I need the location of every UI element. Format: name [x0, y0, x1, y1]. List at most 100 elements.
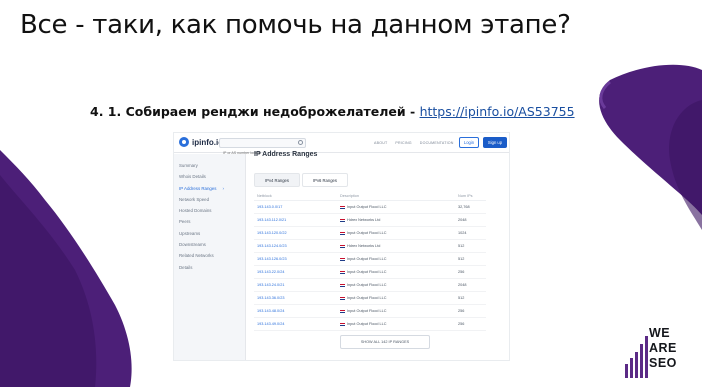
nav-about[interactable]: ABOUT [374, 141, 387, 145]
num-ips-cell: 2048 [458, 218, 467, 222]
netblock-link[interactable]: 193.143.126.0/23 [254, 253, 340, 265]
flag-icon [340, 296, 345, 300]
col-description: Description [340, 194, 359, 198]
description-cell: Input Output Flood LLC [340, 201, 458, 213]
sidebar-item-network-speed[interactable]: Network Speed [174, 194, 245, 205]
table-row: 193.143.24.0/21 Input Output Flood LLC 204… [254, 279, 486, 292]
table-row: 193.143.120.0/22 Input Output Flood LLC 10… [254, 227, 486, 240]
flag-icon [340, 322, 345, 326]
tab-bar: IPv4 Ranges IPv6 Ranges [254, 173, 484, 187]
slide-title: Все - таки, как помочь на данном этапе? [20, 10, 571, 40]
nav-pricing[interactable]: PRICING [395, 141, 411, 145]
netblock-link[interactable]: 193.143.112.0/21 [254, 214, 340, 226]
flag-icon [340, 309, 345, 313]
flag-icon [340, 244, 345, 248]
nav-links: ABOUT PRICING DOCUMENTATION [374, 141, 454, 145]
flag-icon [340, 231, 345, 235]
ipinfo-logo-icon [179, 137, 189, 147]
netblock-link[interactable]: 193.143.0.0/17 [254, 201, 340, 213]
show-all-ranges-button[interactable]: SHOW ALL 142 IP RANGES [340, 335, 430, 349]
section-title: IP Address Ranges [254, 151, 318, 158]
sidebar-item-hosted-domains[interactable]: Hosted Domains [174, 205, 245, 216]
table-row: 193.143.0.0/17 Input Output Flood LLC 32,7… [254, 201, 486, 214]
netblock-link[interactable]: 193.143.48.0/24 [254, 305, 340, 317]
sidebar-item-label: Details [179, 264, 193, 270]
description-cell: Input Output Flood LLC [340, 253, 458, 265]
login-button[interactable]: Login [459, 137, 479, 148]
search-icon[interactable] [298, 140, 303, 145]
flag-icon [340, 257, 345, 261]
sidebar-item-related-networks[interactable]: Related Networks [174, 250, 245, 261]
description-cell: Input Output Flood LLC [340, 318, 458, 330]
num-ips-cell: 256 [458, 309, 465, 313]
netblock-link[interactable]: 193.143.120.0/22 [254, 227, 340, 239]
table-row: 193.143.22.0/24 Input Output Flood LLC 256 [254, 266, 486, 279]
sidebar-item-details[interactable]: Details [174, 262, 245, 273]
sidebar-item-label: Whois Details [179, 174, 206, 180]
slide-subtitle: 4. 1. Собираем ренджи недоброжелателей -… [90, 104, 575, 119]
netblock-link[interactable]: 193.143.49.0/24 [254, 318, 340, 330]
table-row: 193.143.112.0/21 Hdrex Networks Ltd 2048 [254, 214, 486, 227]
sidebar-item-peers[interactable]: Peers [174, 216, 245, 227]
sidebar-item-summary[interactable]: Summary [174, 160, 245, 171]
brand-word-1: WE [649, 326, 671, 340]
num-ips-cell: 2048 [458, 283, 467, 287]
description-text: Input Output Flood LLC [347, 296, 387, 300]
num-ips-cell: 256 [458, 270, 465, 274]
main-content: IP Address Ranges IPv4 Ranges IPv6 Range… [246, 151, 509, 360]
we-are-seo-logo: WE ARE SEO [625, 326, 695, 382]
description-text: Hdrex Networks Ltd [347, 244, 381, 248]
description-text: Input Output Flood LLC [347, 309, 387, 313]
description-cell: Hdrex Networks Ltd [340, 214, 458, 226]
ipinfo-link[interactable]: https://ipinfo.io/AS53755 [420, 104, 575, 119]
description-cell: Hdrex Networks Ltd [340, 240, 458, 252]
description-text: Input Output Flood LLC [347, 231, 387, 235]
num-ips-cell: 512 [458, 257, 465, 261]
num-ips-cell: 32,768 [458, 205, 470, 209]
sidebar-item-whois[interactable]: Whois Details [174, 171, 245, 182]
signup-button[interactable]: Sign up [483, 137, 507, 148]
description-text: Input Output Flood LLC [347, 283, 387, 287]
netblock-link[interactable]: 193.143.124.0/23 [254, 240, 340, 252]
subtitle-text: 4. 1. Собираем ренджи недоброжелателей - [90, 104, 420, 119]
netblock-link[interactable]: 193.143.24.0/21 [254, 279, 340, 291]
sidebar-item-label: Hosted Domains [179, 208, 212, 214]
description-text: Hdrex Networks Ltd [347, 218, 381, 222]
table-header: Netblock Description Num IPs [254, 192, 486, 201]
flag-icon [340, 283, 345, 287]
sidebar-item-label: Summary [179, 163, 198, 168]
netblock-link[interactable]: 193.143.22.0/24 [254, 266, 340, 278]
sidebar-item-label: Peers [179, 219, 191, 225]
table-row: 193.143.126.0/23 Input Output Flood LLC 51… [254, 253, 486, 266]
description-text: Input Output Flood LLC [347, 257, 387, 261]
ranges-table: Netblock Description Num IPs 193.143.0.0… [254, 192, 486, 331]
sidebar-item-upstreams[interactable]: Upstreams [174, 228, 245, 239]
search-box [219, 138, 306, 157]
description-cell: Input Output Flood LLC [340, 279, 458, 291]
top-navbar: ipinfo.io ABOUT PRICING DOCUMENTATION Lo… [174, 133, 509, 157]
col-num-ips: Num IPs [458, 194, 473, 198]
description-cell: Input Output Flood LLC [340, 266, 458, 278]
table-row: 193.143.36.0/23 Input Output Flood LLC 512 [254, 292, 486, 305]
ipinfo-screenshot: ipinfo.io ABOUT PRICING DOCUMENTATION Lo… [173, 132, 510, 361]
nav-documentation[interactable]: DOCUMENTATION [420, 141, 454, 145]
sidebar-item-downstreams[interactable]: Downstreams [174, 239, 245, 250]
sidebar-item-label: Downstreams [179, 242, 206, 248]
sidebar-item-label: Network Speed [179, 196, 210, 202]
num-ips-cell: 1024 [458, 231, 467, 235]
sidebar: Summary Whois Details IP Address Ranges ›… [174, 154, 246, 360]
tab-ipv4-ranges[interactable]: IPv4 Ranges [254, 173, 300, 187]
description-cell: Input Output Flood LLC [340, 292, 458, 304]
sidebar-item-ip-ranges[interactable]: IP Address Ranges › [174, 183, 245, 194]
description-text: Input Output Flood LLC [347, 270, 387, 274]
table-row: 193.143.49.0/24 Input Output Flood LLC 256 [254, 318, 486, 331]
sidebar-item-label: IP Address Ranges [179, 185, 217, 191]
description-text: Input Output Flood LLC [347, 205, 387, 209]
num-ips-cell: 512 [458, 296, 465, 300]
brand-word-2: ARE [649, 341, 677, 355]
ipinfo-logo[interactable]: ipinfo.io [179, 137, 223, 147]
sidebar-item-label: Related Networks [179, 253, 214, 259]
num-ips-cell: 512 [458, 244, 465, 248]
netblock-link[interactable]: 193.143.36.0/23 [254, 292, 340, 304]
tab-ipv6-ranges[interactable]: IPv6 Ranges [301, 173, 348, 187]
